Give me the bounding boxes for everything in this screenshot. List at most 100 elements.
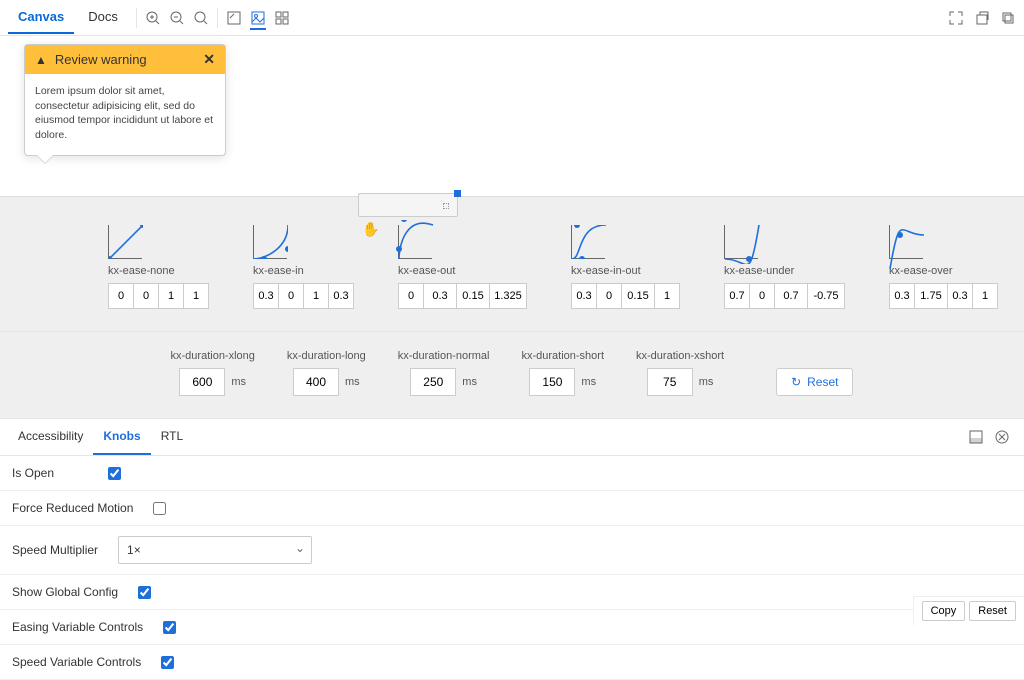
knob-checkbox-is-open[interactable] — [108, 467, 121, 480]
ease-item-none: kx-ease-none — [108, 225, 209, 309]
dur-input[interactable] — [647, 368, 693, 396]
ease-input[interactable] — [328, 283, 354, 309]
floating-selection-box[interactable] — [358, 193, 458, 217]
knob-checkbox-reduced-motion[interactable] — [153, 502, 166, 515]
dur-input[interactable] — [293, 368, 339, 396]
warning-body: Lorem ipsum dolor sit amet, consectetur … — [25, 74, 225, 155]
dur-input[interactable] — [410, 368, 456, 396]
footer-reset-button[interactable]: Reset — [969, 601, 1016, 621]
ease-graph-out — [398, 225, 432, 259]
copy-icon[interactable] — [1000, 10, 1016, 26]
ease-input[interactable] — [724, 283, 750, 309]
ease-input[interactable] — [621, 283, 655, 309]
dur-label: kx-duration-normal — [398, 350, 490, 362]
knob-row-speed-multiplier: Speed Multiplier 1× — [0, 526, 1024, 575]
ease-graph-under — [724, 225, 758, 259]
ease-input[interactable] — [972, 283, 998, 309]
toolbar-separator — [136, 8, 137, 28]
knob-checkbox-speed-controls[interactable] — [161, 656, 174, 669]
photo-icon[interactable] — [250, 14, 266, 30]
fullscreen-icon[interactable] — [948, 10, 964, 26]
selection-handle[interactable] — [454, 190, 461, 197]
dur-item-xlong: kx-duration-xlong ms — [171, 350, 255, 396]
ease-input[interactable] — [654, 283, 680, 309]
toolbar-separator-2 — [217, 8, 218, 28]
warning-tooltip: ▲ Review warning ✕ Lorem ipsum dolor sit… — [24, 44, 226, 156]
addon-tab-rtl[interactable]: RTL — [151, 419, 193, 455]
ease-input[interactable] — [423, 283, 457, 309]
ease-input[interactable] — [253, 283, 279, 309]
dur-input[interactable] — [529, 368, 575, 396]
toolbar: Canvas Docs — [0, 0, 1024, 36]
dur-label: kx-duration-long — [287, 350, 366, 362]
ease-input[interactable] — [158, 283, 184, 309]
dur-label: kx-duration-xlong — [171, 350, 255, 362]
dur-unit: ms — [699, 376, 714, 388]
ease-graph-in-out — [571, 225, 605, 259]
panel-close-icon[interactable] — [994, 429, 1010, 445]
ease-input[interactable] — [947, 283, 973, 309]
addon-tabs-right — [968, 429, 1016, 445]
ease-label: kx-ease-under — [724, 265, 794, 277]
ease-input[interactable] — [914, 283, 948, 309]
dur-item-short: kx-duration-short ms — [521, 350, 604, 396]
ease-input[interactable] — [571, 283, 597, 309]
zoom-out-icon[interactable] — [169, 10, 185, 26]
ease-input[interactable] — [774, 283, 808, 309]
warning-title: Review warning — [55, 52, 147, 67]
ease-input[interactable] — [456, 283, 490, 309]
ease-input[interactable] — [489, 283, 527, 309]
grid-icon[interactable] — [274, 10, 290, 26]
duration-reset-button[interactable]: ↻ Reset — [776, 368, 853, 396]
ease-item-in-out: kx-ease-in-out — [571, 225, 680, 309]
knob-label: Speed Variable Controls — [12, 655, 141, 669]
ease-item-in: kx-ease-in — [253, 225, 354, 309]
dur-input[interactable] — [179, 368, 225, 396]
open-external-icon[interactable] — [974, 10, 990, 26]
zoom-in-icon[interactable] — [145, 10, 161, 26]
ease-item-under: kx-ease-under — [724, 225, 845, 309]
knobs-panel: Is Open Force Reduced Motion Speed Multi… — [0, 456, 1024, 680]
ease-input[interactable] — [398, 283, 424, 309]
ease-graph-over — [889, 225, 923, 259]
dur-unit: ms — [345, 376, 360, 388]
ease-inputs-in-out — [571, 283, 680, 309]
ease-input[interactable] — [183, 283, 209, 309]
ease-inputs-over — [889, 283, 998, 309]
ease-graph-in — [253, 225, 287, 259]
ease-input[interactable] — [889, 283, 915, 309]
selection-anchor — [443, 203, 449, 209]
addon-tab-knobs[interactable]: Knobs — [93, 419, 150, 455]
ease-input[interactable] — [133, 283, 159, 309]
tab-canvas[interactable]: Canvas — [8, 1, 74, 34]
dur-label: kx-duration-short — [521, 350, 604, 362]
knob-checkbox-global-config[interactable] — [138, 586, 151, 599]
ease-label: kx-ease-out — [398, 265, 455, 277]
panel-position-icon[interactable] — [968, 429, 984, 445]
ease-input[interactable] — [596, 283, 622, 309]
footer: Copy Reset — [913, 596, 1024, 625]
knob-select-speed[interactable]: 1× — [118, 536, 312, 564]
ease-graph-none — [108, 225, 142, 259]
ease-item-out: kx-ease-out — [398, 225, 527, 309]
toolbar-view-tabs: Canvas Docs — [8, 1, 128, 34]
ease-input[interactable] — [749, 283, 775, 309]
ease-item-over: kx-ease-over — [889, 225, 998, 309]
reset-icon: ↻ — [791, 375, 801, 389]
knob-checkbox-easing-controls[interactable] — [163, 621, 176, 634]
ease-inputs-in — [253, 283, 354, 309]
ease-input[interactable] — [807, 283, 845, 309]
close-icon[interactable]: ✕ — [203, 51, 215, 68]
zoom-reset-icon[interactable] — [193, 10, 209, 26]
addon-tabs: Accessibility Knobs RTL — [0, 418, 1024, 456]
footer-copy-button[interactable]: Copy — [922, 601, 966, 621]
edit-icon[interactable] — [226, 10, 242, 26]
ease-input[interactable] — [278, 283, 304, 309]
knob-label: Speed Multiplier — [12, 543, 98, 557]
addon-tab-accessibility[interactable]: Accessibility — [8, 419, 93, 455]
ease-input[interactable] — [303, 283, 329, 309]
tab-docs[interactable]: Docs — [78, 1, 128, 34]
dur-item-long: kx-duration-long ms — [287, 350, 366, 396]
ease-input[interactable] — [108, 283, 134, 309]
ease-inputs-out — [398, 283, 527, 309]
